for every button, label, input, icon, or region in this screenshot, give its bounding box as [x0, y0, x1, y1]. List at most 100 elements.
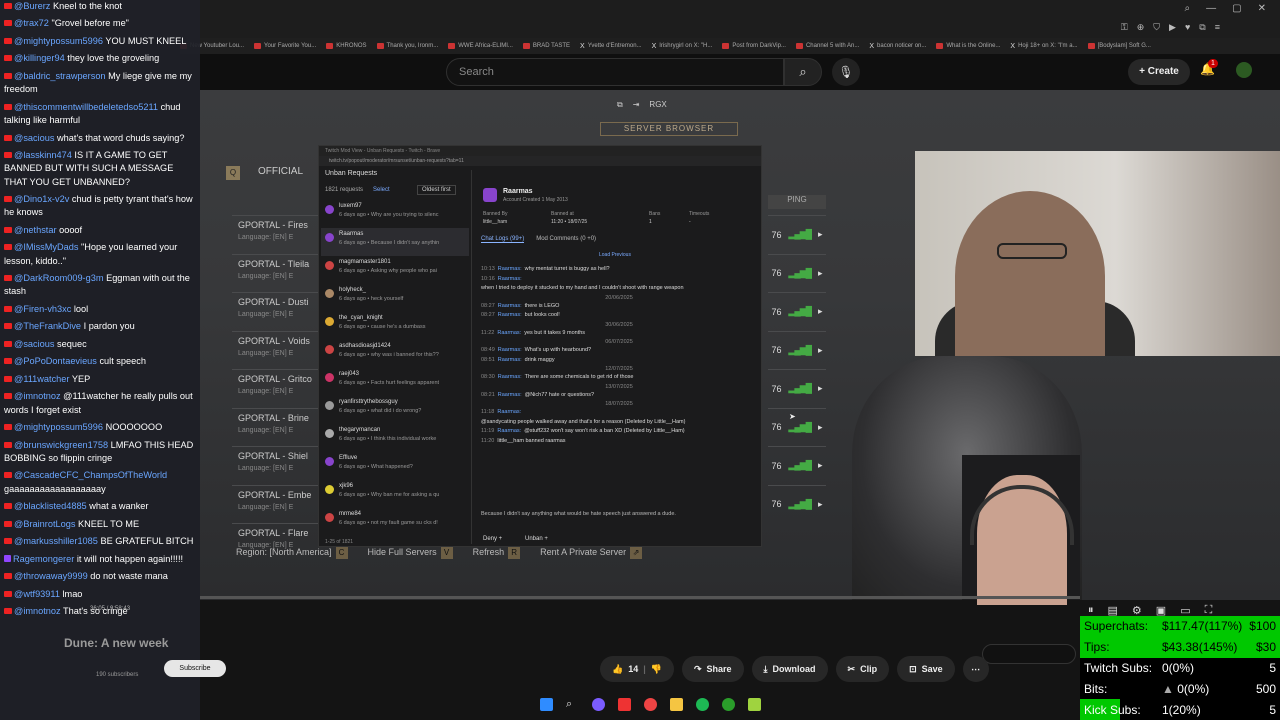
- bookmark-item[interactable]: [Bodyslam] Soft G...: [1087, 43, 1151, 49]
- bookmark-item[interactable]: X Irishrygirl on X: "H...: [652, 43, 713, 50]
- bookmark-icon: X: [651, 42, 657, 50]
- chat-message: @Firen-vh3xc lool: [4, 303, 196, 316]
- user-avatar: [325, 401, 334, 410]
- key-icon[interactable]: ⚿: [1121, 22, 1128, 33]
- minimize-icon[interactable]: —: [1206, 3, 1216, 14]
- ping-value: 76: [771, 460, 782, 471]
- bookmark-icon: [795, 43, 803, 49]
- chevron-right-icon: ▸: [817, 344, 823, 355]
- user-avatar: [325, 429, 334, 438]
- search-input[interactable]: Search: [446, 58, 784, 86]
- unban-request-message: Because I didn't say anything what would…: [481, 511, 676, 517]
- ping-value: 76: [771, 306, 782, 317]
- bookmark-item[interactable]: KHRONOS: [326, 43, 367, 49]
- folder-icon[interactable]: [670, 698, 683, 711]
- bookmark-item[interactable]: BRAD TASTE: [522, 43, 571, 49]
- rgx-label: RGX: [649, 100, 667, 109]
- bookmark-item[interactable]: X Hoji 18+ on X: "I'm a...: [1010, 43, 1077, 50]
- login-icon: ⇥: [632, 100, 640, 109]
- ping-row: 76 ▂▄▆█ ▸: [768, 215, 826, 254]
- chat-text: they love the groveling: [67, 53, 160, 64]
- thumbs-down-icon[interactable]: 👎: [651, 664, 662, 675]
- close-icon[interactable]: ✕: [1258, 3, 1266, 14]
- chat-line: 08:27 Raarmas: there is LEGO: [481, 303, 757, 309]
- youtube-icon: [4, 472, 12, 479]
- menu-icon[interactable]: ≡: [1215, 22, 1220, 33]
- voice-search-button[interactable]: 🎙: [832, 58, 860, 86]
- server-row: GPORTAL - Shiel Language: [EN] E: [232, 446, 326, 485]
- like-button[interactable]: 👍 14 | 👎: [600, 656, 674, 682]
- chat-line: 10:16 Raarmas:: [481, 276, 757, 282]
- unban-request-item: thegarymancan 6 days ago • I think this i…: [321, 424, 469, 452]
- chat-message: @killinger94 they love the groveling: [4, 52, 196, 65]
- shield-icon[interactable]: ⛉: [1153, 22, 1160, 33]
- youtube-icon: [4, 573, 12, 580]
- unban-button: Unban +: [525, 536, 548, 542]
- bookmark-item[interactable]: Xbacon noticer on...: [869, 43, 926, 50]
- windows-icon[interactable]: [540, 698, 553, 711]
- xbox-icon[interactable]: [722, 698, 735, 711]
- bookmark-item[interactable]: Thank you, Ironm...: [376, 43, 438, 49]
- bookmark-item[interactable]: Post from DarkVip...: [722, 43, 786, 49]
- maximize-icon[interactable]: ▢: [1232, 3, 1241, 14]
- twitch-subs-row: Twitch Subs: 0(0%) 5: [1080, 657, 1280, 679]
- youtube-icon: [4, 424, 12, 431]
- chat-username: @trax72: [14, 18, 49, 29]
- signal-bars-icon: ▂▄▆█: [788, 421, 812, 432]
- chat-username: @sacious: [14, 132, 55, 143]
- extension-icon[interactable]: ⧉: [1199, 22, 1205, 33]
- bookmark-item[interactable]: Your Favorite You...: [254, 43, 316, 49]
- refresh-button: Refresh R: [473, 547, 521, 559]
- chat-username: @sacious: [14, 338, 55, 349]
- ping-value: 76: [771, 383, 782, 394]
- chat-username: @throwaway9999: [14, 571, 88, 582]
- youtube-icon: [4, 134, 12, 141]
- app-icon[interactable]: [618, 698, 631, 711]
- server-browser-title: SERVER BROWSER: [600, 122, 738, 136]
- bookmark-label: BRAD TASTE: [532, 43, 571, 49]
- user-avatar: [325, 513, 334, 522]
- bookmark-item[interactable]: What is the Online...: [936, 43, 1000, 49]
- chat-user: Raarmas:: [497, 356, 522, 363]
- chat-text: what's that word chuds saying?: [57, 132, 185, 143]
- chat-user: Raarmas:: [497, 275, 522, 282]
- youtube-icon: [4, 323, 12, 330]
- create-button[interactable]: + Create: [1128, 59, 1190, 85]
- chat-text: gaaaaaaaaaaaaaaaaaay: [4, 483, 106, 494]
- heart-icon[interactable]: ♥: [1185, 22, 1190, 33]
- app-icon[interactable]: [592, 698, 605, 711]
- user-avatar: [325, 233, 334, 242]
- clip-button[interactable]: ✂ Clip: [835, 656, 890, 682]
- bookmark-item[interactable]: X Yvette d'Entremon...: [580, 43, 642, 50]
- bookmark-item[interactable]: WWE Africa-ELIMI...: [448, 43, 513, 49]
- chat-username: @CascadeCFC_ChampsOfTheWorld: [14, 470, 168, 481]
- bookmark-icon: [522, 43, 530, 49]
- subscribe-button[interactable]: Subscribe: [164, 660, 226, 677]
- spotify-icon[interactable]: [696, 698, 709, 711]
- youtube-icon: [4, 37, 12, 44]
- comment-box[interactable]: [982, 644, 1076, 664]
- more-button[interactable]: ⋯: [962, 656, 989, 682]
- chat-text: @Nich77 hate or questions?: [524, 391, 595, 398]
- play-icon[interactable]: ▶: [1169, 22, 1176, 33]
- search-icon[interactable]: ⌕: [1185, 3, 1191, 14]
- app-icon[interactable]: [748, 698, 761, 711]
- youtube-icon: [4, 275, 12, 282]
- share-button[interactable]: ↷ Share: [681, 656, 744, 682]
- avatar[interactable]: [1236, 62, 1252, 78]
- ping-row: 76 ▂▄▆█ ▸: [768, 253, 826, 293]
- chat-username: @Dino1x-v2v: [14, 194, 70, 205]
- download-button[interactable]: ⤓ Download: [751, 656, 828, 682]
- search-icon[interactable]: ⌕: [566, 698, 579, 711]
- zoom-icon[interactable]: ⊕: [1137, 22, 1145, 33]
- chrome-icon[interactable]: [644, 698, 657, 711]
- search-button[interactable]: ⌕: [784, 58, 822, 86]
- user-avatar: [325, 485, 334, 494]
- video-actions: 👍 14 | 👎 ↷ Share ⤓ Download ✂ Clip ⊡ Save ⋯: [600, 656, 989, 682]
- bookmark-item[interactable]: Channel 5 with An...: [795, 43, 859, 49]
- request-count: 1821 requests: [325, 187, 364, 193]
- save-button[interactable]: ⊡ Save: [897, 656, 955, 682]
- video-progress-bar[interactable]: [200, 596, 1080, 599]
- chat-text: What's up with hearbound?: [524, 347, 592, 353]
- signal-bars-icon: ▂▄▆█: [788, 306, 812, 317]
